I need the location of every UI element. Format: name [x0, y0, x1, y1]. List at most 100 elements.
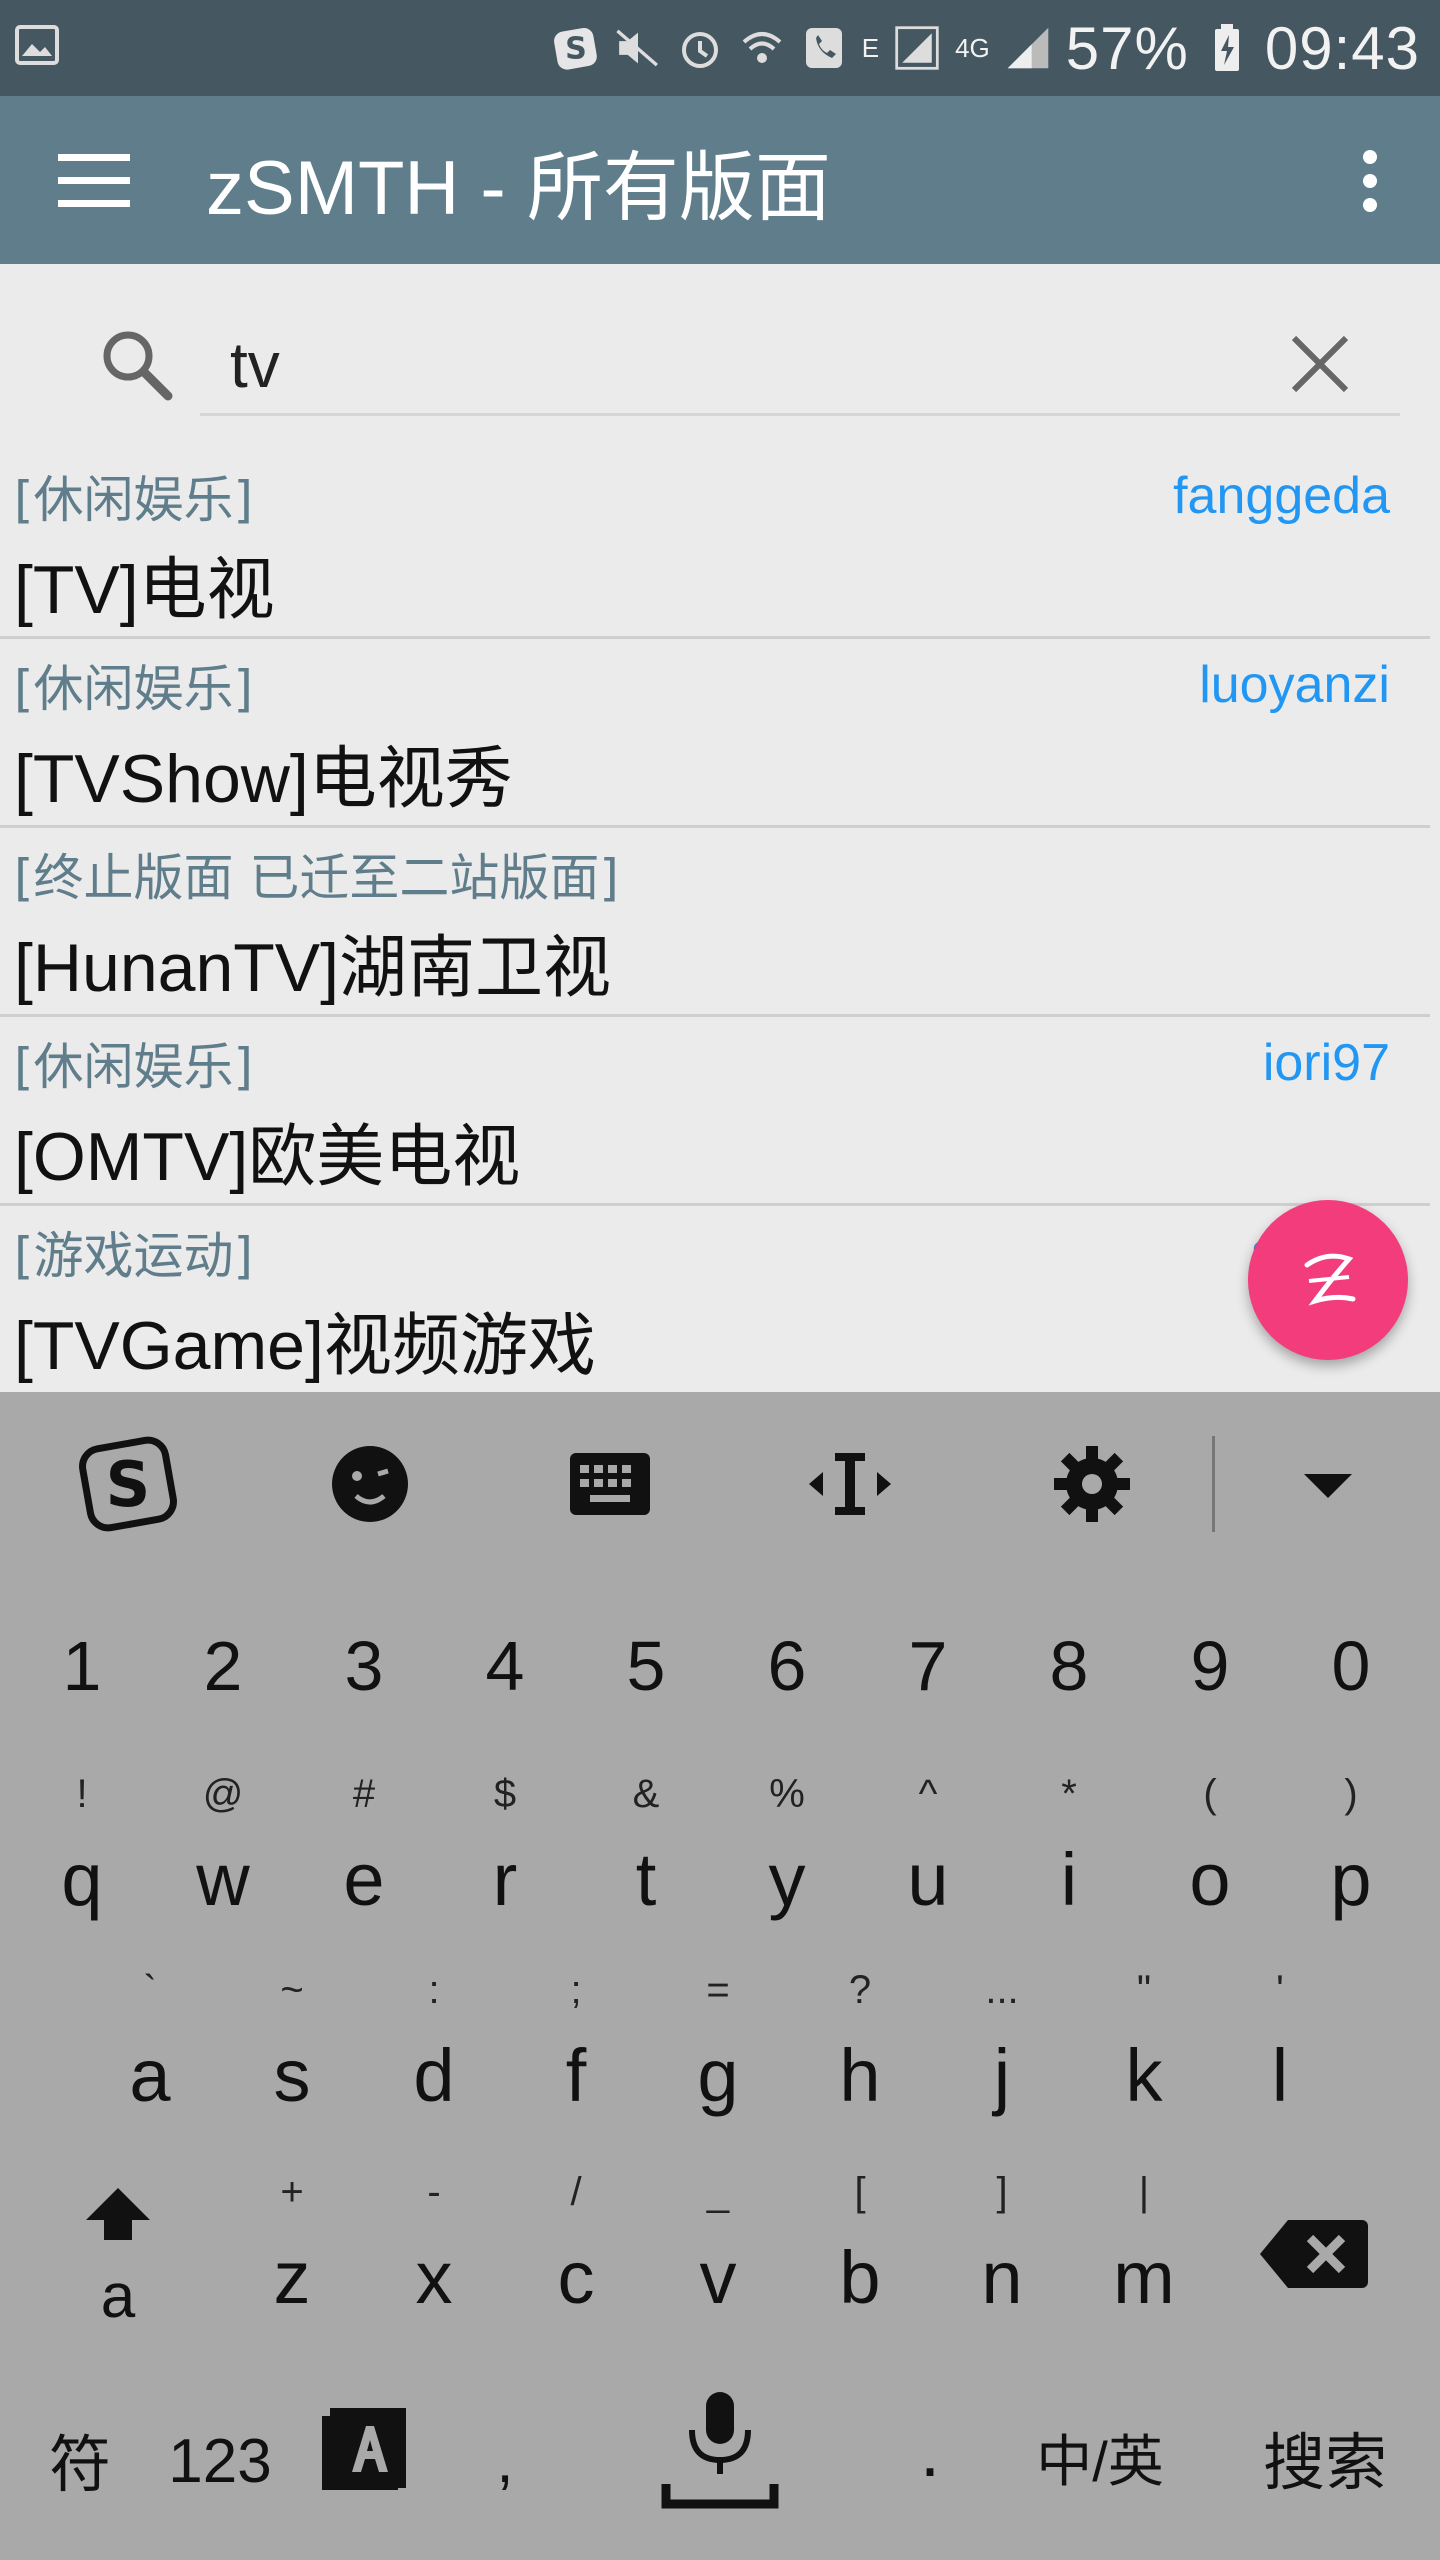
comma-key[interactable]: , — [460, 2402, 550, 2522]
key-m[interactable]: | m — [1074, 2160, 1214, 2340]
key-c[interactable]: / c — [506, 2160, 646, 2340]
collapse-keyboard-icon[interactable] — [1278, 1434, 1378, 1534]
microphone-icon — [661, 2392, 779, 2509]
call-icon — [800, 24, 848, 72]
keyboard-toolbar: S — [0, 1392, 1440, 1567]
signal-icon — [893, 24, 941, 72]
board-title: [TVGame]视频游戏 — [14, 1308, 596, 1384]
key-7[interactable]: 7 — [858, 1606, 998, 1726]
key-r[interactable]: $ r — [435, 1762, 575, 1942]
z-logo-icon — [1304, 1253, 1356, 1306]
symbols-key[interactable]: 符 — [20, 2406, 140, 2526]
board-title: [HunanTV]湖南卫视 — [14, 930, 612, 1006]
key-n[interactable]: ] n — [932, 2160, 1072, 2340]
toolbar-divider — [1212, 1436, 1215, 1532]
key-3[interactable]: 3 — [294, 1606, 434, 1726]
list-item[interactable]: [休闲娱乐] iori97 [OMTV]欧美电视 — [0, 1017, 1430, 1206]
key-e[interactable]: # e — [294, 1762, 434, 1942]
search-input[interactable] — [200, 316, 1400, 416]
board-category: [休闲娱乐] — [14, 660, 254, 718]
key-i[interactable]: * i — [999, 1762, 1139, 1942]
list-item[interactable]: [终止版面 已迁至二站版面] [HunanTV]湖南卫视 — [0, 828, 1430, 1017]
period-key[interactable]: . — [880, 2392, 980, 2512]
close-icon[interactable] — [1282, 326, 1358, 402]
compose-fab[interactable] — [1248, 1200, 1408, 1360]
board-category: [终止版面 已迁至二站版面] — [14, 849, 619, 907]
key-k[interactable]: " k — [1074, 1958, 1214, 2138]
key-8[interactable]: 8 — [999, 1606, 1139, 1726]
key-l[interactable]: ' l — [1210, 1958, 1350, 2138]
board-moderator[interactable]: iori97 — [1263, 1033, 1390, 1093]
board-list: [休闲娱乐] fanggeda [TV]电视 [休闲娱乐] luoyanzi [… — [0, 450, 1440, 1395]
mute-icon — [614, 24, 662, 72]
app-toolbar: zSMTH - 所有版面 — [0, 96, 1440, 264]
menu-icon[interactable] — [54, 146, 134, 216]
network-4g-label: 4G — [955, 32, 990, 63]
search-icon[interactable] — [96, 324, 176, 404]
backspace-icon — [1260, 2220, 1368, 2288]
network-e-label: E — [861, 32, 880, 63]
key-w[interactable]: @ w — [153, 1762, 293, 1942]
key-t[interactable]: & t — [576, 1762, 716, 1942]
key-1[interactable]: 1 — [12, 1606, 152, 1726]
cursor-move-icon[interactable] — [800, 1434, 900, 1534]
board-title: [OMTV]欧美电视 — [14, 1119, 521, 1195]
space-key[interactable] — [600, 2384, 840, 2524]
more-options-icon[interactable] — [1330, 136, 1410, 226]
key-4[interactable]: 4 — [435, 1606, 575, 1726]
key-x[interactable]: -x — [364, 2160, 504, 2340]
key-0[interactable]: 0 — [1281, 1606, 1421, 1726]
board-category: [游戏运动] — [14, 1227, 254, 1285]
list-item[interactable]: [休闲娱乐] fanggeda [TV]电视 — [0, 450, 1430, 639]
key-j[interactable]: ... j — [932, 1958, 1072, 2138]
key-q[interactable]: ! q — [12, 1762, 152, 1942]
key-d[interactable]: :d — [364, 1958, 504, 2138]
board-title: [TVShow]电视秀 — [14, 741, 513, 817]
key-u[interactable]: ^ u — [858, 1762, 998, 1942]
key-v[interactable]: _ v — [648, 2160, 788, 2340]
battery-charging-icon — [1203, 24, 1251, 72]
board-moderator[interactable]: luoyanzi — [1199, 655, 1390, 715]
key-z[interactable]: + z — [222, 2160, 362, 2340]
backspace-key[interactable] — [1250, 2160, 1380, 2340]
key-g[interactable]: = g — [648, 1958, 788, 2138]
list-item[interactable]: [休闲娱乐] luoyanzi [TVShow]电视秀 — [0, 639, 1430, 828]
emoji-icon[interactable] — [320, 1434, 420, 1534]
shift-arrow-icon — [86, 2188, 150, 2240]
key-h[interactable]: ? h — [790, 1958, 930, 2138]
board-category: [休闲娱乐] — [14, 471, 254, 529]
numbers-key[interactable]: 123 — [150, 2402, 290, 2522]
sogou-icon: S — [552, 24, 600, 72]
key-s[interactable]: ~ s — [222, 1958, 362, 2138]
key-6[interactable]: 6 — [717, 1606, 857, 1726]
key-9[interactable]: 9 — [1140, 1606, 1280, 1726]
key-2[interactable]: 2 — [153, 1606, 293, 1726]
svg-text:S: S — [106, 1448, 151, 1521]
board-category: [休闲娱乐] — [14, 1038, 254, 1096]
search-bar — [0, 264, 1440, 434]
key-f[interactable]: ; f — [506, 1958, 646, 2138]
page-title: zSMTH - 所有版面 — [206, 146, 831, 231]
language-switch-key[interactable]: 中/英 — [1010, 2402, 1190, 2522]
key-5[interactable]: 5 — [576, 1606, 716, 1726]
key-o[interactable]: (o — [1140, 1762, 1280, 1942]
signal-strength-icon — [1004, 24, 1052, 72]
key-p[interactable]: ) p — [1281, 1762, 1421, 1942]
sogou-logo-icon[interactable]: S — [78, 1434, 178, 1534]
board-title: [TV]电视 — [14, 552, 275, 628]
key-b[interactable]: [b — [790, 2160, 930, 2340]
battery-percent: 57% — [1065, 14, 1189, 82]
translate-icon[interactable] — [320, 2404, 410, 2494]
search-key[interactable]: 搜索 — [1230, 2404, 1420, 2524]
gallery-icon — [14, 22, 64, 72]
gear-icon[interactable] — [1042, 1434, 1142, 1534]
soft-keyboard: S 1 2 3 4 5 6 7 8 9 0 ! q @ w # e $ r & t % y … — [0, 1392, 1440, 2560]
clock: 09:43 — [1264, 14, 1420, 82]
svg-text:S: S — [565, 31, 587, 66]
key-y[interactable]: % y — [717, 1762, 857, 1942]
key-a[interactable]: ` a — [80, 1958, 220, 2138]
board-moderator[interactable]: fanggeda — [1173, 466, 1390, 526]
keyboard-icon[interactable] — [560, 1434, 660, 1534]
shift-key[interactable]: a — [48, 2160, 188, 2340]
list-item[interactable]: [游戏运动] sucha [TVGame]视频游戏 — [0, 1206, 1430, 1395]
